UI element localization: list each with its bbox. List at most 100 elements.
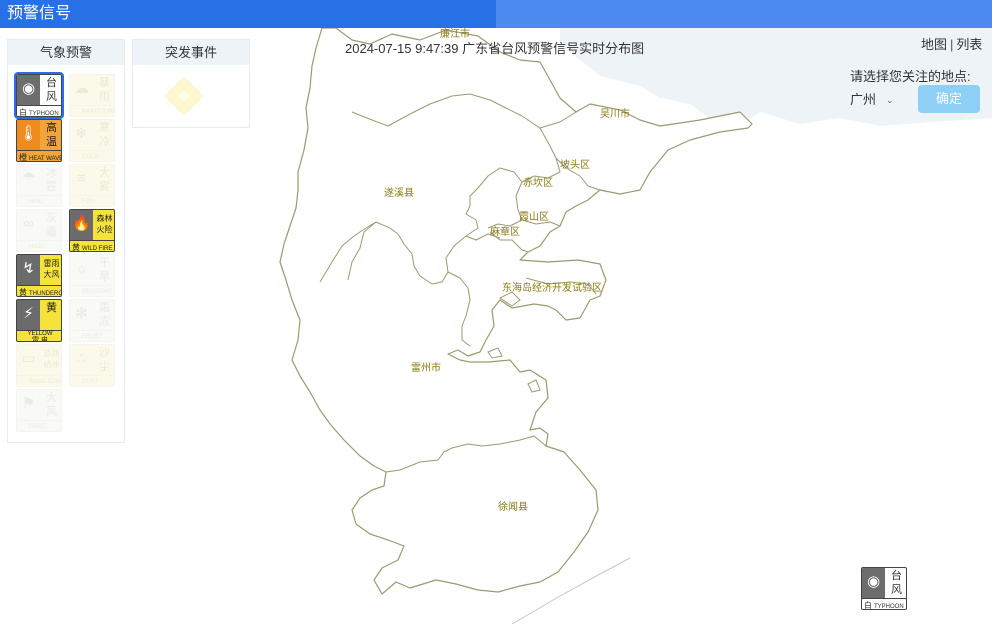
warning-name-line1: 灰 [46,211,57,224]
dust-icon: ∴ [76,350,87,367]
warning-icon-fog[interactable]: ≡ 大雾 FOG [69,164,115,207]
header-bar: 预警信号 [0,0,992,28]
warning-name-line2: 大风 [43,270,60,279]
warning-icon-cold[interactable]: ❄ 寒冷 COLD [69,119,115,162]
warning-name-line2: 尘 [99,360,110,373]
view-toggle: 地图 | 列表 [916,34,992,56]
fog-icon: ≡ [77,170,86,187]
chevron-down-icon: ⌄ [886,95,894,105]
fire-icon: 🔥 [72,215,91,232]
gale-icon: ⚑ [21,395,36,412]
legend-level: 白 [864,601,872,610]
place-label-suixi[interactable]: 遂溪县 [384,188,414,200]
warning-icon-name: 霜冻 [93,300,114,329]
warning-name-line1: 霜 [99,301,110,314]
warning-name-line1: 高 [46,121,57,134]
city-select[interactable]: 广州 ⌄ [850,91,900,109]
warning-code: 雷 电 [32,337,48,342]
warning-icon-name: 大风 [40,390,61,419]
place-label-wuchuan[interactable]: 吴川市 [600,109,630,121]
warning-code: HAZE [29,244,46,250]
heat-icon: 🌡 [18,125,39,142]
warning-icon-frost[interactable]: ✻ 霜冻 FROST [69,299,115,342]
city-select-value: 广州 [850,92,877,107]
warning-code: HAIL [29,199,43,205]
warning-icon-name: 干旱 [93,255,114,284]
warning-icon-fire[interactable]: 🔥 森林 火险黄 WILD FIRE [69,209,115,252]
warning-name-line2: 雨 [99,90,110,103]
warning-icon-name: 台风 [40,75,61,104]
warning-icon-name: 寒冷 [93,120,114,149]
warning-name-line2: 霾 [46,225,57,238]
warning-icon-footer: DROUGHT [70,285,114,296]
road-ice-icon: ▭ [21,350,36,367]
warning-icon-rainstorm[interactable]: ☁ 暴雨 RAINSTORM [69,74,115,117]
place-label-chikan[interactable]: 赤坎区 [523,178,553,190]
warning-name-line2: 冷 [99,135,110,148]
tab-emergency-events[interactable]: 突发事件 [133,40,249,65]
warning-icon-footer: FOG [70,195,114,206]
warning-code: GALE [29,424,46,430]
legend-name-line2: 风 [891,583,902,596]
view-map-tab[interactable]: 地图 [921,37,947,52]
cold-icon: ❄ [75,125,88,142]
header-bar-left [0,0,496,28]
warning-icon-name: 冰雹 [40,165,61,194]
warning-name-line1: 暴 [99,76,110,89]
view-separator: | [950,37,954,52]
view-list-tab[interactable]: 列表 [956,37,982,52]
warning-icon-lightning[interactable]: ⚡ 黄 YELLOW 雷 电 [16,299,62,342]
warning-icon-road-ice[interactable]: ▭ 道路 结冰 ROAD ICING [16,344,62,387]
typhoon-icon: ◉ [21,80,36,97]
place-label-potou[interactable]: 坡头区 [560,160,590,172]
warning-code: COLD [82,154,99,160]
typhoon-legend-icon: ◉ 台风 白 TYPHOON [861,567,907,610]
haze-icon: ∞ [23,215,34,232]
warning-name-line2: 风 [46,90,57,103]
warning-code: ROAD ICING [29,379,62,385]
warning-icon-footer: 黄 WILD FIRE [70,240,114,251]
place-label-leizhou[interactable]: 雷州市 [411,363,441,375]
warning-name-line1: 森林 [96,214,113,223]
warning-icon-footer: 橙 HEAT WAVE [17,150,62,162]
warning-icon-footer: DUST [70,375,114,386]
warning-icon-thunder-gust[interactable]: ↯ 雷雨大风黄THUNDERGUST [16,254,62,297]
place-label-mazhang[interactable]: 麻章区 [490,227,520,239]
drought-icon: ☼ [74,260,89,277]
warning-icon-footer: RAINSTORM [70,105,114,116]
warning-icon-drought[interactable]: ☼ 干旱 DROUGHT [69,254,115,297]
warning-name-line2: 结冰 [43,360,60,369]
place-label-donghai[interactable]: 东海岛经济开发试验区 [502,283,602,295]
warning-name-line1: 黄 [46,301,57,314]
warning-name-line2: 冻 [99,315,110,328]
warning-icon-name: 灰霾 [40,210,61,239]
legend-name-line1: 台 [891,569,902,582]
warning-icon-haze[interactable]: ∞ 灰霾 HAZE [16,209,62,252]
place-label-xiashan[interactable]: 霞山区 [519,212,549,224]
warning-icon-footer: HAIL [17,195,61,206]
warning-name-line1: 大 [46,391,57,404]
warning-icon-dust[interactable]: ∴ 沙尘 DUST [69,344,115,387]
warning-name-line1: 冰 [46,166,57,179]
warning-code: THUNDERGUST [29,291,62,297]
place-label-xuwen[interactable]: 徐闻县 [498,502,528,514]
lightning-icon: ⚡ [23,305,34,322]
confirm-button[interactable]: 确定 [918,85,980,113]
frost-icon: ✻ [75,305,88,322]
location-select-prompt: 请选择您关注的地点: [850,69,971,84]
warning-name-line2: 雾 [99,180,110,193]
tab-weather-warning[interactable]: 气象预警 [8,40,124,65]
warning-icon-footer: HAZE [17,240,61,251]
warning-code: HEAT WAVE [29,156,62,162]
warning-icon-typhoon[interactable]: ◉ 台风白 TYPHOON [14,72,64,119]
warning-icon-heat[interactable]: 🌡 高温橙 HEAT WAVE [16,119,62,162]
warning-icon-name: 暴雨 [93,75,114,104]
warning-icon-footer: YELLOW 雷 电 [17,330,61,342]
warning-icon-hail[interactable]: ☂ 冰雹 HAIL [16,164,62,207]
legend-icon-name: 台风 [885,568,906,597]
warning-level: 橙 [19,153,27,162]
warning-icon-name: 高温 [40,120,61,149]
warning-code: FROST [82,334,103,340]
warning-level: 黄 [19,288,27,297]
warning-icon-gale[interactable]: ⚑ 大风 GALE [16,389,62,432]
